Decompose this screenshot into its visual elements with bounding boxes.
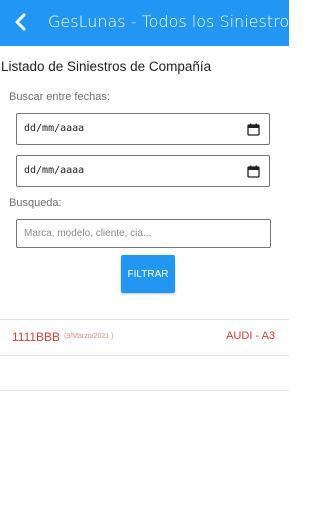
date-from-input[interactable]: dd/mm/aaaa [16,113,270,145]
divider [0,355,289,356]
search-label: Busqueda: [9,197,62,209]
back-button[interactable] [6,8,34,36]
page-title: Listado de Siniestros de Compañía [1,59,212,74]
calendar-icon[interactable] [247,123,260,136]
calendar-icon[interactable] [247,165,260,178]
claim-plate: 1111BBB [12,330,61,344]
divider [0,390,289,391]
search-input[interactable]: Marca, modelo, cliente, cia... [16,219,271,248]
claim-list-item[interactable]: 1111BBB (9/Marzo/2021 ) AUDI - A3 [0,320,289,354]
app-bar: GesLunas - Todos los Siniestros [0,0,297,46]
filter-button[interactable]: FILTRAR [121,255,175,293]
claim-date: (9/Marzo/2021 ) [64,333,114,340]
date-from-value: dd/mm/aaaa [24,123,85,134]
date-range-label: Buscar entre fechas: [9,91,110,103]
chevron-left-icon [15,13,26,31]
date-to-input[interactable]: dd/mm/aaaa [16,155,270,187]
search-placeholder: Marca, modelo, cliente, cia... [24,228,152,239]
claim-vehicle: AUDI - A3 [226,330,275,342]
date-to-value: dd/mm/aaaa [24,165,85,176]
app-title: GesLunas - Todos los Siniestros [48,12,298,31]
